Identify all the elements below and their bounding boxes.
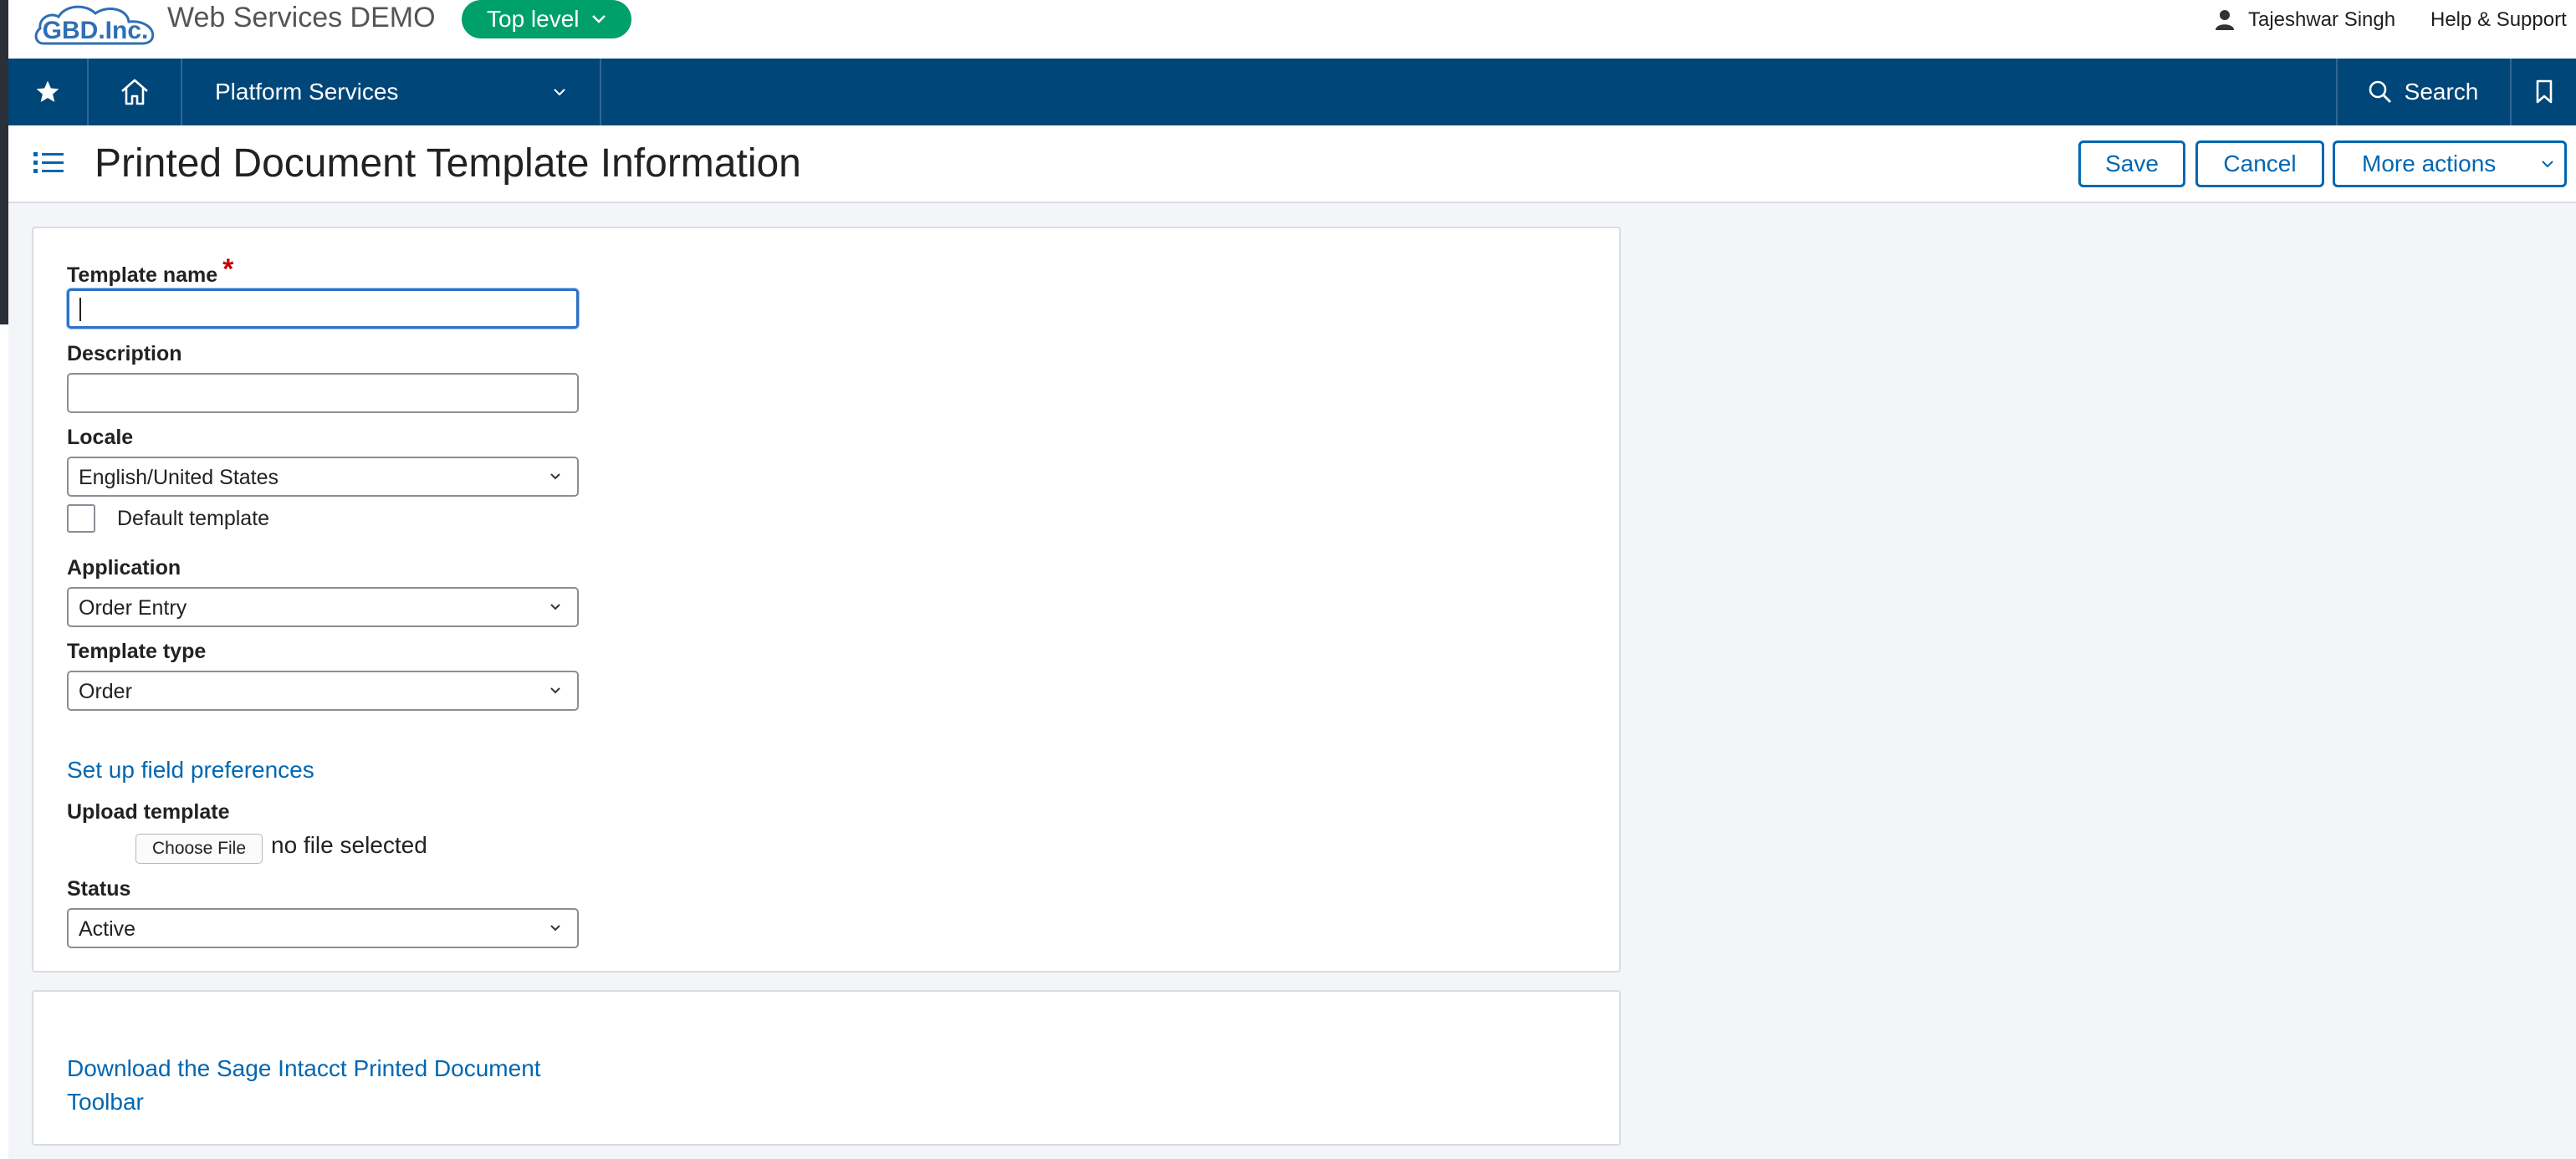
chevron-down-icon — [2542, 161, 2554, 168]
chevron-down-icon — [550, 473, 560, 480]
background-window-edge — [0, 0, 8, 1159]
star-icon — [36, 80, 59, 102]
description-input[interactable] — [67, 373, 579, 413]
entity-level-label: Top level — [487, 6, 580, 32]
favorites-button[interactable] — [8, 59, 87, 125]
chevron-down-icon — [591, 15, 606, 23]
top-bar: GBD.Inc. Web Services DEMO Top level Taj… — [8, 0, 2576, 59]
bookmark-icon — [2536, 79, 2552, 104]
template-form-card: Template name * Description Locale Englis… — [32, 227, 1621, 973]
download-toolbar-link[interactable]: Download the Sage Intacct Printed Docume… — [67, 1052, 585, 1119]
status-select[interactable]: Active — [67, 908, 579, 948]
svg-text:GBD.Inc.: GBD.Inc. — [43, 17, 149, 44]
chevron-down-icon — [550, 687, 560, 694]
platform-services-label: Platform Services — [215, 79, 399, 105]
company-name: Web Services DEMO — [167, 2, 436, 33]
download-link-line-1: Download the Sage Intacct Printed Docume… — [67, 1055, 541, 1081]
upload-template-label: Upload template — [67, 800, 230, 824]
bookmark-button[interactable] — [2512, 59, 2576, 125]
required-marker: * — [222, 253, 234, 285]
chevron-down-icon — [554, 89, 565, 96]
page-title: Printed Document Template Information — [95, 141, 801, 186]
download-link-line-2: Toolbar — [67, 1089, 144, 1115]
template-name-input[interactable] — [67, 288, 579, 329]
user-icon — [2216, 10, 2234, 30]
chevron-down-icon — [550, 925, 560, 932]
text-caret — [79, 298, 81, 321]
choose-file-button[interactable]: Choose File — [135, 834, 263, 864]
locale-select[interactable]: English/United States — [67, 457, 579, 497]
home-icon — [121, 79, 148, 105]
application-select[interactable]: Order Entry — [67, 587, 579, 627]
application-label: Application — [67, 556, 181, 580]
chevron-down-icon — [550, 604, 560, 610]
application-value: Order Entry — [79, 596, 187, 620]
user-menu[interactable]: Tajeshwar Singh — [2215, 8, 2395, 32]
help-support-link[interactable]: Help & Support — [2430, 8, 2567, 32]
cancel-button[interactable]: Cancel — [2195, 140, 2324, 187]
locale-label: Locale — [67, 426, 134, 449]
home-button[interactable] — [89, 59, 181, 125]
file-status-text: no file selected — [271, 832, 427, 858]
search-label: Search — [2404, 79, 2479, 105]
search-button[interactable]: Search — [2336, 59, 2510, 125]
entity-level-selector[interactable]: Top level — [462, 0, 631, 38]
template-type-value: Order — [79, 680, 132, 703]
default-template-checkbox[interactable] — [67, 504, 95, 533]
locale-value: English/United States — [79, 466, 279, 489]
company-logo[interactable]: GBD.Inc. — [32, 0, 161, 45]
save-button[interactable]: Save — [2078, 140, 2185, 187]
status-value: Active — [79, 917, 136, 941]
more-actions-button[interactable]: More actions — [2333, 140, 2567, 187]
main-nav-bar: Platform Services Search — [8, 59, 2576, 125]
list-icon[interactable] — [33, 149, 65, 177]
download-toolbar-card: Download the Sage Intacct Printed Docume… — [32, 990, 1621, 1146]
template-name-label: Template name * — [67, 253, 234, 287]
default-template-label: Default template — [117, 507, 270, 530]
status-label: Status — [67, 877, 131, 901]
search-icon — [2369, 80, 2391, 103]
more-actions-label: More actions — [2362, 151, 2497, 176]
template-type-select[interactable]: Order — [67, 671, 579, 711]
template-type-label: Template type — [67, 640, 207, 663]
user-name: Tajeshwar Singh — [2248, 8, 2396, 31]
description-label: Description — [67, 342, 182, 365]
field-preferences-link[interactable]: Set up field preferences — [67, 757, 314, 784]
platform-services-menu[interactable]: Platform Services — [181, 59, 600, 125]
page-header: Printed Document Template Information Sa… — [8, 125, 2576, 203]
app-window: GBD.Inc. Web Services DEMO Top level Taj… — [8, 0, 2576, 1159]
